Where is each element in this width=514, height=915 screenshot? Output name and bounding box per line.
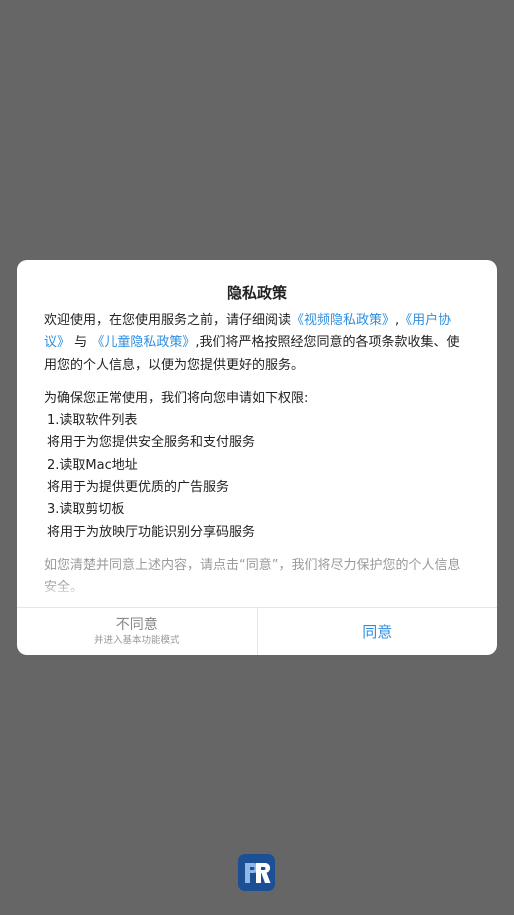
app-logo-icon	[238, 854, 275, 891]
consent-note: 如您清楚并同意上述内容，请点击“同意”，我们将尽力保护您的个人信息安全。	[44, 557, 461, 593]
dialog-title: 隐私政策	[226, 284, 287, 302]
intro-and: 与	[74, 335, 88, 351]
decline-sublabel: 并进入基本功能模式	[93, 634, 180, 646]
dialog-actions: 不同意 并进入基本功能模式 同意	[17, 607, 497, 655]
intro-part1: 欢迎使用，在您使用服务之前，请仔细阅读	[44, 313, 292, 328]
permissions-list: 1.读取软件列表 将用于为您提供安全服务和支付服务 2.读取Mac地址 将用于为…	[44, 410, 469, 544]
decline-button[interactable]: 不同意 并进入基本功能模式	[17, 608, 258, 655]
decline-label: 不同意	[115, 616, 158, 633]
permission-item: 1.读取软件列表	[47, 413, 138, 429]
intro-text: 欢迎使用，在您使用服务之前，请仔细阅读《视频隐私政策》,《用户协议》 与 《儿童…	[44, 310, 469, 377]
permission-item: 2.读取Mac地址	[47, 457, 138, 473]
video-privacy-policy-link[interactable]: 《视频隐私政策》	[291, 313, 395, 328]
permission-item: 将用于为您提供安全服务和支付服务	[47, 435, 256, 451]
app-logo-glyph	[244, 862, 270, 883]
agree-button[interactable]: 同意	[258, 608, 498, 655]
dialog-content[interactable]: 欢迎使用，在您使用服务之前，请仔细阅读《视频隐私政策》,《用户协议》 与 《儿童…	[44, 310, 469, 593]
children-privacy-policy-link[interactable]: 《儿童隐私政策》	[91, 335, 195, 350]
permissions-intro: 为确保您正常使用，我们将向您申请如下权限:	[44, 390, 309, 406]
permission-item: 3.读取剪切板	[47, 502, 125, 518]
privacy-dialog: 隐私政策 欢迎使用，在您使用服务之前，请仔细阅读《视频隐私政策》,《用户协议》 …	[17, 260, 497, 655]
agree-label: 同意	[362, 623, 393, 641]
permission-item: 将用于为提供更优质的广告服务	[47, 480, 230, 496]
permission-item: 将用于为放映厅功能识别分享码服务	[47, 524, 256, 540]
